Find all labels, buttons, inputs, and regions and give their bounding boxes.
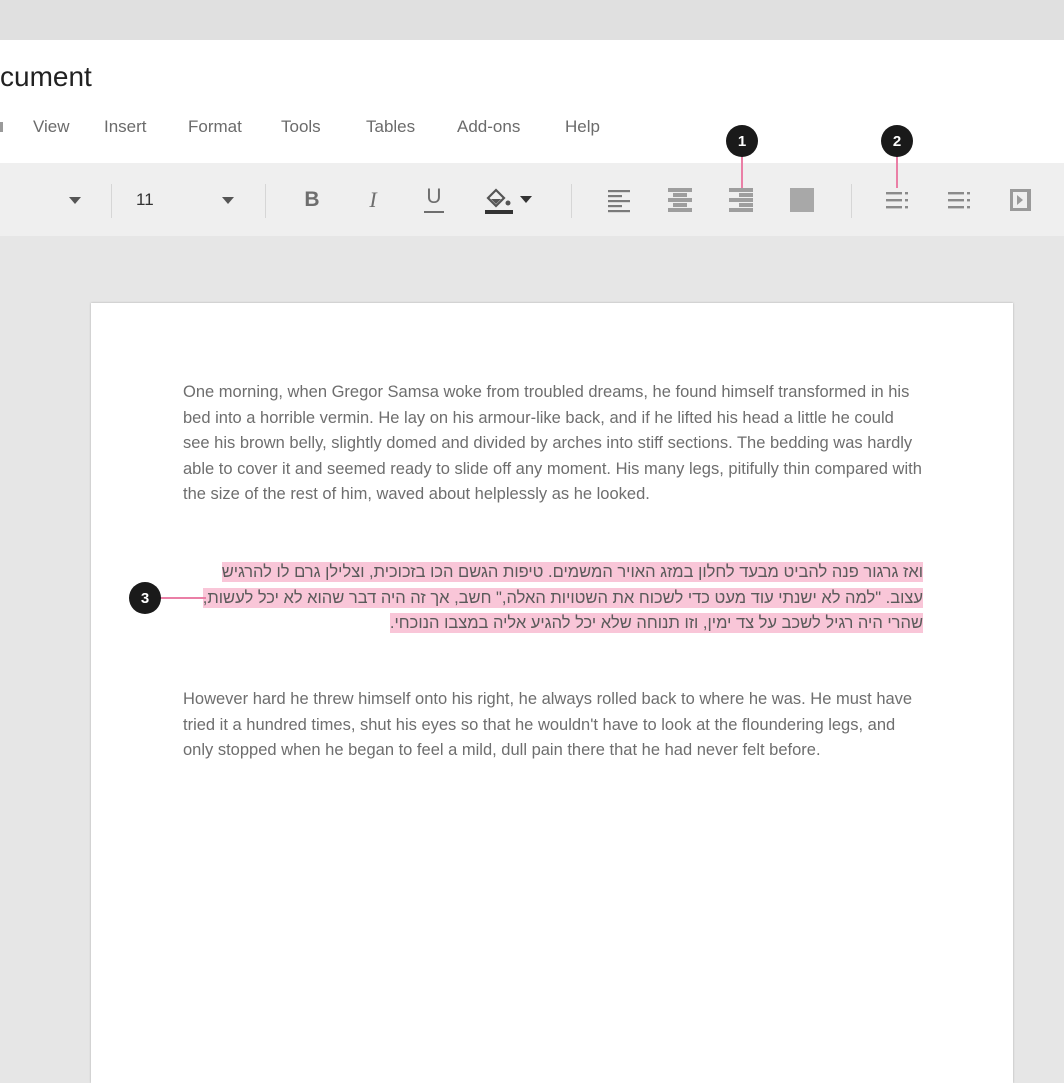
italic-icon: I <box>369 187 377 212</box>
italic-button[interactable]: I <box>358 184 388 216</box>
paint-bucket-icon <box>485 188 513 214</box>
callout-leader-3 <box>158 597 206 599</box>
menu-insert[interactable]: Insert <box>104 116 147 138</box>
chevron-down-icon <box>222 196 234 204</box>
menu-view[interactable]: View <box>33 116 70 138</box>
menu-help[interactable]: Help <box>565 116 600 138</box>
align-center-icon <box>668 188 692 212</box>
document-title[interactable]: cument <box>0 57 92 97</box>
menu-item-partial[interactable] <box>0 116 4 138</box>
menu-tables[interactable]: Tables <box>366 116 415 138</box>
menu-item-partial-glyph <box>0 122 3 132</box>
menu-tools[interactable]: Tools <box>281 116 321 138</box>
align-center-button[interactable] <box>664 184 696 216</box>
list-rtl-icon <box>886 192 908 209</box>
callout-leader-1 <box>741 154 743 188</box>
callout-leader-2 <box>896 154 898 188</box>
align-justify-button[interactable] <box>786 184 818 216</box>
document-page[interactable]: One morning, when Gregor Samsa woke from… <box>91 303 1013 1083</box>
align-left-button[interactable] <box>603 184 635 216</box>
paragraph-2-rtl[interactable]: ואז גרגור פנה להביט מבעד לחלון במזג האוי… <box>187 560 923 637</box>
toolbar-separator <box>111 184 112 218</box>
indent-icon <box>1010 189 1031 211</box>
align-right-button[interactable] <box>725 184 757 216</box>
underline-button[interactable]: U <box>419 182 449 216</box>
menu-format[interactable]: Format <box>188 116 242 138</box>
chevron-down-icon <box>69 196 81 204</box>
menu-addons[interactable]: Add-ons <box>457 116 520 138</box>
rtl-list-button[interactable] <box>881 184 913 216</box>
callout-badge-1: 1 <box>726 125 758 157</box>
paragraph-3[interactable]: However hard he threw himself onto his r… <box>183 687 923 764</box>
font-size-value: 11 <box>136 190 154 209</box>
toolbar-separator <box>851 184 852 218</box>
chevron-down-icon <box>520 195 532 203</box>
bold-icon: B <box>304 188 320 211</box>
font-size-dropdown[interactable]: 11 <box>136 186 246 214</box>
align-left-icon <box>608 190 630 213</box>
toolbar-separator <box>571 184 572 218</box>
align-justify-icon <box>790 188 814 212</box>
font-family-dropdown[interactable] <box>62 186 88 214</box>
underline-icon: U <box>426 184 442 208</box>
indent-button[interactable] <box>1004 184 1036 216</box>
bold-button[interactable]: B <box>297 184 327 216</box>
ltr-list-button[interactable] <box>943 184 975 216</box>
highlight-color-button[interactable] <box>478 182 536 216</box>
browser-top-strip <box>0 0 1064 40</box>
callout-badge-2: 2 <box>881 125 913 157</box>
paragraph-1[interactable]: One morning, when Gregor Samsa woke from… <box>183 380 923 508</box>
callout-badge-3: 3 <box>129 582 161 614</box>
list-icon <box>948 192 970 209</box>
highlighted-rtl-text[interactable]: ואז גרגור פנה להביט מבעד לחלון במזג האוי… <box>202 562 923 634</box>
underline-bar <box>424 210 444 213</box>
toolbar-separator <box>265 184 266 218</box>
align-right-icon <box>729 188 753 212</box>
